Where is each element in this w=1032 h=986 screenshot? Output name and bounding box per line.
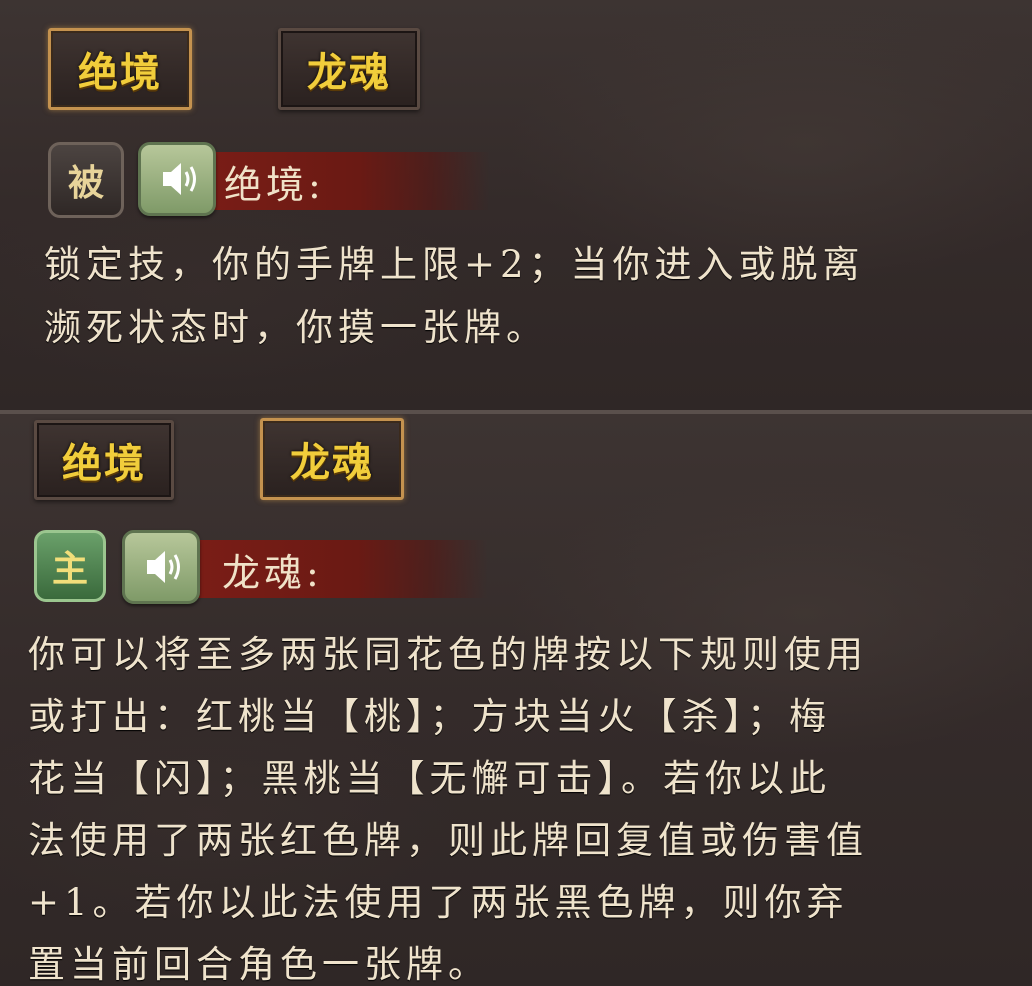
skill-description-line: 濒死状态时，你摸一张牌。 [44, 306, 548, 349]
active-badge: 主 [34, 530, 106, 602]
tab-longhun[interactable]: 龙魂 [278, 28, 420, 110]
skill-name: 绝境: [200, 152, 490, 210]
skill-description-line: 锁定技，你的手牌上限+2；当你进入或脱离 [44, 243, 865, 286]
voice-button[interactable] [122, 530, 200, 604]
skill-description-line: 或打出：红桃当【桃】；方块当火【杀】；梅 [28, 695, 831, 738]
skill-description-line: +1。若你以此法使用了两张黑色牌，则你弃 [28, 881, 849, 924]
tab-jueing[interactable]: 绝境 [48, 28, 192, 110]
skill-description-line: 花当【闪】；黑桃当【无懈可击】。若你以此 [28, 757, 831, 800]
tab-longhun[interactable]: 龙魂 [260, 418, 404, 500]
tab-jueing[interactable]: 绝境 [34, 420, 174, 500]
skill-description-line: 你可以将至多两张同花色的牌按以下规则使用 [28, 633, 868, 676]
skill-panel-longhun: 绝境 龙魂 龙魂: 主 你可以将至多两张同花色的牌按以下规则使用 或打出：红桃当… [0, 414, 1032, 986]
speaker-icon [163, 163, 196, 195]
skill-description-line: 法使用了两张红色牌，则此牌回复值或伤害值 [28, 819, 868, 862]
passive-badge: 被 [48, 142, 124, 218]
voice-button[interactable] [138, 142, 216, 216]
speaker-icon [147, 551, 180, 583]
skill-description-line: 置当前回合角色一张牌。 [28, 943, 490, 986]
skill-panel-jueing: 绝境 龙魂 绝境: 被 锁定技，你的手牌上限+2；当你进入或脱离 濒死状态时，你… [0, 0, 1032, 410]
skill-name: 龙魂: [198, 540, 488, 598]
